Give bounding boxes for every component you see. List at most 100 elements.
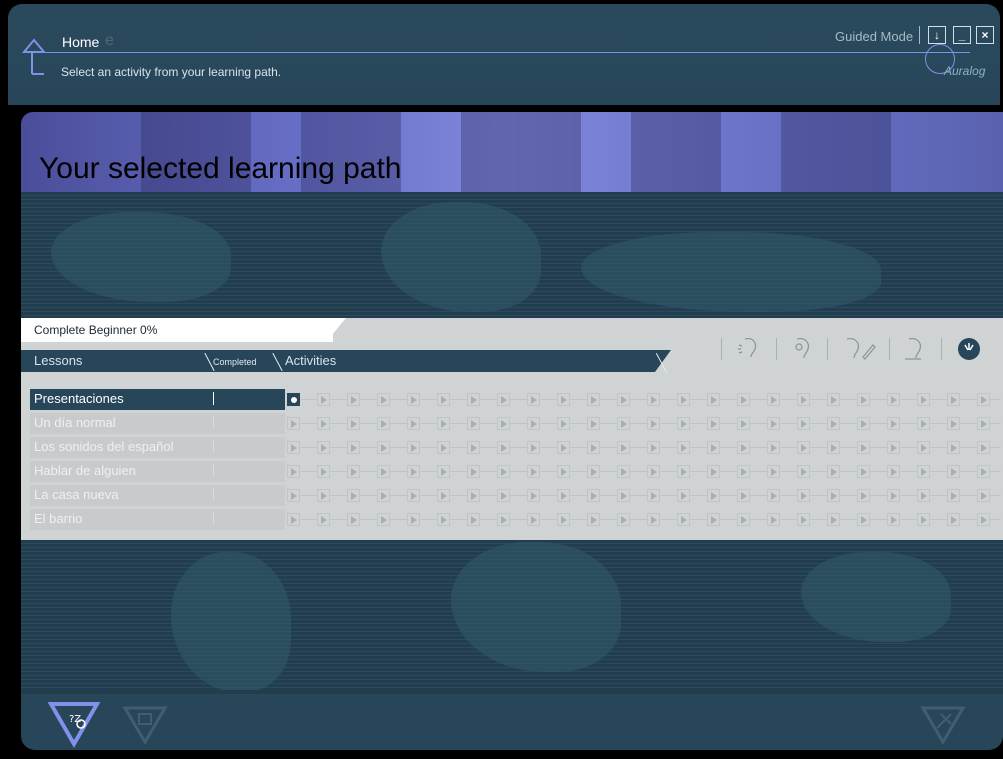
activity-play-button[interactable] — [317, 393, 330, 406]
activity-play-button[interactable] — [677, 489, 690, 502]
activity-play-button[interactable] — [977, 513, 990, 526]
activity-play-button[interactable] — [287, 465, 300, 478]
activity-play-button[interactable] — [827, 489, 840, 502]
activity-play-button[interactable] — [647, 465, 660, 478]
dictionary-icon[interactable] — [119, 698, 173, 748]
activity-play-button[interactable] — [767, 489, 780, 502]
activity-play-button[interactable] — [557, 465, 570, 478]
activity-play-button[interactable] — [497, 417, 510, 430]
activity-play-button[interactable] — [587, 465, 600, 478]
tools-icon[interactable] — [917, 698, 971, 748]
activity-play-button[interactable] — [917, 441, 930, 454]
activity-play-button[interactable] — [527, 393, 540, 406]
activity-play-button[interactable] — [737, 393, 750, 406]
activity-play-button[interactable] — [677, 393, 690, 406]
activity-play-button[interactable] — [557, 417, 570, 430]
activity-play-button[interactable] — [587, 393, 600, 406]
activity-play-button[interactable] — [287, 441, 300, 454]
activity-play-button[interactable] — [797, 393, 810, 406]
activity-play-button[interactable] — [647, 489, 660, 502]
activity-play-button[interactable] — [917, 393, 930, 406]
activity-play-button[interactable] — [677, 465, 690, 478]
activity-play-button[interactable] — [587, 489, 600, 502]
activity-play-button[interactable] — [347, 513, 360, 526]
activity-play-button[interactable] — [827, 441, 840, 454]
close-button[interactable]: × — [976, 26, 994, 44]
activity-play-button[interactable] — [377, 417, 390, 430]
activity-play-button[interactable] — [467, 393, 480, 406]
activity-play-button[interactable] — [437, 441, 450, 454]
activity-play-button[interactable] — [977, 417, 990, 430]
activity-play-button[interactable] — [317, 465, 330, 478]
lesson-row-un-dia-normal[interactable]: Un día normal — [30, 413, 285, 434]
activity-play-button[interactable] — [497, 489, 510, 502]
activity-play-button[interactable] — [797, 465, 810, 478]
activity-play-button[interactable] — [737, 417, 750, 430]
activity-play-button[interactable] — [917, 489, 930, 502]
writing-icon[interactable] — [837, 333, 879, 363]
activity-play-button[interactable] — [617, 441, 630, 454]
lesson-row-presentaciones[interactable]: Presentaciones — [30, 389, 285, 410]
activity-play-button[interactable] — [677, 513, 690, 526]
activity-play-button[interactable] — [647, 441, 660, 454]
activity-play-button[interactable] — [497, 441, 510, 454]
activity-play-button[interactable] — [377, 393, 390, 406]
activity-play-button[interactable] — [887, 513, 900, 526]
activity-play-button[interactable] — [287, 513, 300, 526]
activity-play-button[interactable] — [767, 513, 780, 526]
activity-play-button[interactable] — [467, 489, 480, 502]
activity-play-button[interactable] — [767, 393, 780, 406]
activity-play-button[interactable] — [347, 417, 360, 430]
activity-play-button[interactable] — [647, 393, 660, 406]
activity-play-button[interactable] — [827, 513, 840, 526]
activity-play-button[interactable] — [947, 393, 960, 406]
activity-play-button[interactable] — [857, 489, 870, 502]
activity-play-button[interactable] — [737, 441, 750, 454]
activity-play-button[interactable] — [707, 393, 720, 406]
listening-icon[interactable] — [733, 333, 763, 363]
speaking-icon[interactable] — [899, 333, 929, 363]
activity-play-button[interactable] — [317, 513, 330, 526]
activity-play-button[interactable] — [557, 489, 570, 502]
activity-play-button[interactable] — [527, 513, 540, 526]
activity-play-button[interactable] — [467, 513, 480, 526]
activity-play-button[interactable] — [707, 417, 720, 430]
activity-play-button[interactable] — [527, 417, 540, 430]
activity-play-button[interactable] — [707, 465, 720, 478]
activity-play-button[interactable] — [947, 417, 960, 430]
activity-play-button[interactable] — [857, 513, 870, 526]
activity-play-button[interactable] — [377, 513, 390, 526]
activity-play-button[interactable] — [467, 465, 480, 478]
activity-play-button[interactable] — [527, 465, 540, 478]
activity-play-button[interactable] — [587, 417, 600, 430]
activity-play-button[interactable] — [917, 417, 930, 430]
activity-play-button[interactable] — [377, 441, 390, 454]
activity-play-button[interactable] — [857, 393, 870, 406]
activity-play-button[interactable] — [347, 489, 360, 502]
activity-play-button[interactable] — [317, 441, 330, 454]
download-button[interactable]: ↓ — [928, 26, 946, 44]
activity-play-button[interactable] — [887, 417, 900, 430]
activity-play-button[interactable] — [977, 393, 990, 406]
activity-play-button[interactable] — [947, 513, 960, 526]
activity-play-button[interactable] — [437, 489, 450, 502]
activity-play-button[interactable] — [767, 465, 780, 478]
activity-play-button[interactable] — [407, 417, 420, 430]
activity-play-button[interactable] — [977, 489, 990, 502]
activity-play-button[interactable] — [857, 417, 870, 430]
activity-play-button[interactable] — [647, 417, 660, 430]
activity-play-button[interactable] — [737, 465, 750, 478]
activity-play-button[interactable] — [407, 393, 420, 406]
activity-play-button[interactable] — [347, 465, 360, 478]
activity-play-button[interactable] — [797, 441, 810, 454]
activity-play-button[interactable] — [947, 441, 960, 454]
activity-play-button[interactable] — [377, 489, 390, 502]
activity-play-button[interactable] — [767, 441, 780, 454]
activity-play-button[interactable] — [707, 441, 720, 454]
activity-play-button[interactable] — [287, 417, 300, 430]
activity-play-button[interactable] — [887, 441, 900, 454]
activity-play-button[interactable] — [797, 513, 810, 526]
activity-play-button[interactable] — [857, 465, 870, 478]
activity-play-button[interactable] — [407, 489, 420, 502]
activity-play-button[interactable] — [347, 441, 360, 454]
